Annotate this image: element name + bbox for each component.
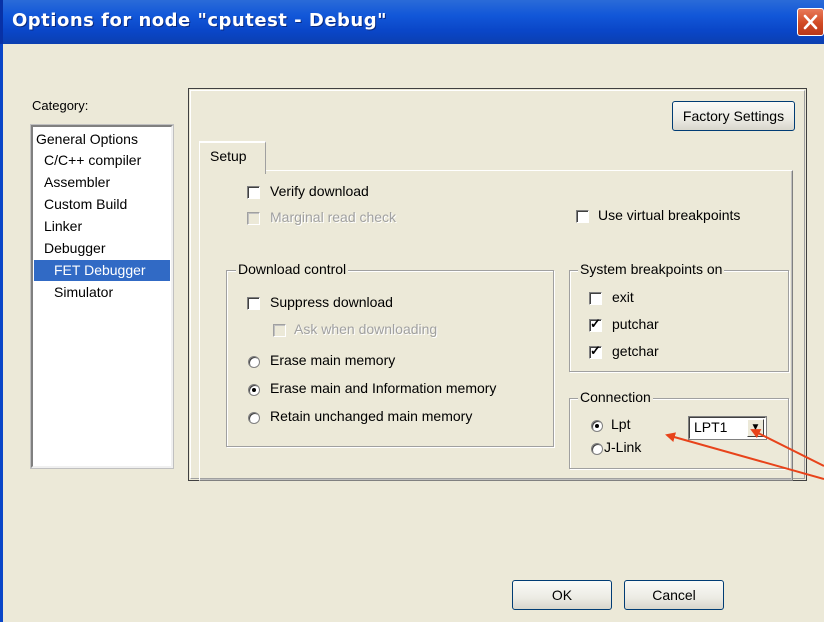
check-mark-icon: ✓: [590, 343, 601, 358]
exit-label: exit: [612, 289, 634, 305]
close-icon: [803, 14, 818, 30]
erase-main-and-information-radio[interactable]: [248, 384, 260, 396]
erase-main-memory-radio[interactable]: [248, 356, 260, 368]
ask-when-downloading-label: Ask when downloading: [294, 321, 438, 337]
jlink-radio[interactable]: [591, 443, 603, 455]
download-control-title: Download control: [236, 261, 349, 277]
check-mark-icon: ✓: [590, 316, 601, 331]
window-title: Options for node "cputest - Debug": [12, 10, 387, 31]
category-item-c-compiler[interactable]: C/C++ compiler: [44, 150, 141, 171]
verify-download-label: Verify download: [270, 183, 369, 199]
window-frame-left: [0, 44, 3, 622]
category-item-simulator[interactable]: Simulator: [54, 282, 113, 303]
erase-main-memory-label: Erase main memory: [270, 352, 396, 368]
use-virtual-breakpoints-checkbox[interactable]: [576, 210, 589, 223]
close-button[interactable]: [797, 8, 824, 36]
marginal-read-check-label: Marginal read check: [270, 209, 397, 225]
jlink-label: J-Link: [604, 439, 642, 455]
lpt-radio[interactable]: [591, 420, 603, 432]
connection-title: Connection: [578, 389, 653, 405]
category-item-custom-build[interactable]: Custom Build: [44, 194, 127, 215]
suppress-download-checkbox[interactable]: [247, 297, 260, 310]
getchar-checkbox[interactable]: ✓: [589, 343, 602, 359]
tab-setup-label: Setup: [210, 148, 247, 164]
category-item-debugger[interactable]: Debugger: [44, 238, 106, 259]
putchar-checkbox[interactable]: ✓: [589, 316, 602, 332]
category-label: Category:: [32, 98, 89, 113]
category-item-fet-debugger[interactable]: FET Debugger: [34, 260, 170, 281]
radio-dot: [252, 388, 256, 392]
system-breakpoints-title: System breakpoints on: [578, 261, 725, 277]
ok-button[interactable]: OK: [512, 580, 612, 610]
category-item-linker[interactable]: Linker: [44, 216, 82, 237]
retain-unchanged-radio[interactable]: [248, 412, 260, 424]
system-breakpoints-group: [569, 270, 789, 372]
cancel-button[interactable]: Cancel: [624, 580, 724, 610]
lpt-port-select[interactable]: LPT1 ▼: [688, 416, 767, 440]
getchar-label: getchar: [612, 343, 659, 359]
verify-download-checkbox[interactable]: [247, 186, 260, 199]
exit-checkbox[interactable]: [589, 292, 602, 305]
use-virtual-breakpoints-label: Use virtual breakpoints: [598, 207, 741, 223]
dropdown-arrow-icon[interactable]: ▼: [747, 419, 764, 437]
lpt-label: Lpt: [611, 416, 631, 432]
retain-unchanged-label: Retain unchanged main memory: [270, 408, 473, 424]
marginal-read-check-checkbox[interactable]: [247, 212, 260, 225]
category-item-general-options[interactable]: General Options: [35, 129, 138, 150]
ask-when-downloading-checkbox[interactable]: [273, 324, 286, 337]
category-item-assembler[interactable]: Assembler: [44, 172, 110, 193]
erase-main-and-information-label: Erase main and Information memory: [270, 380, 497, 396]
suppress-download-label: Suppress download: [270, 294, 393, 310]
lpt-port-value: LPT1: [694, 419, 728, 435]
category-list[interactable]: General Options C/C++ compiler Assembler…: [30, 124, 174, 469]
radio-dot: [595, 424, 599, 428]
putchar-label: putchar: [612, 316, 659, 332]
factory-settings-button[interactable]: Factory Settings: [672, 101, 795, 131]
